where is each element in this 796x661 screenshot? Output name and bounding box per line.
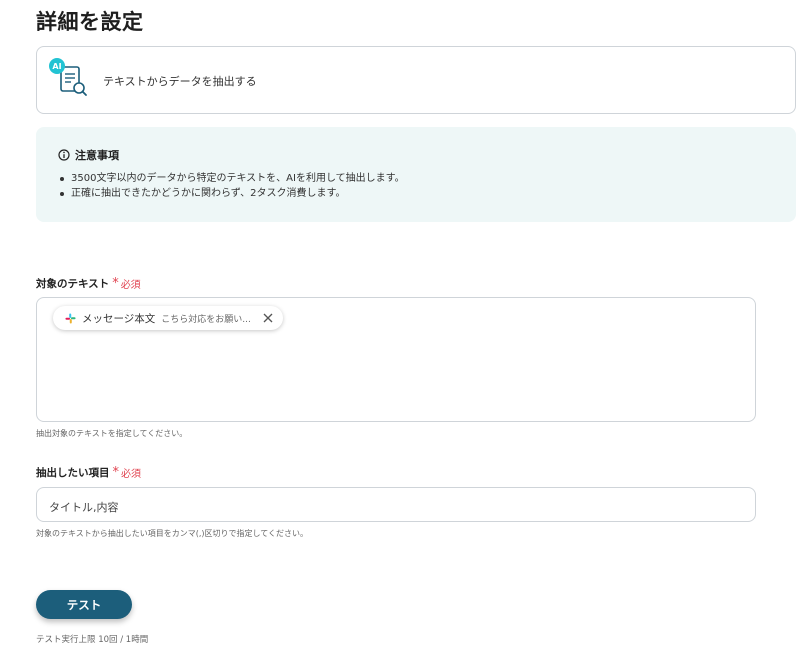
ai-badge: AI — [52, 62, 61, 71]
notice-header: 注意事項 — [58, 147, 119, 163]
extract-items-input[interactable]: タイトル,内容 — [36, 487, 756, 522]
required-badge: * 必須 — [112, 275, 141, 292]
chip-preview: こちら対応をお願い... — [161, 314, 251, 325]
notice-item: 正確に抽出できたかどうかに関わらず、2タスク消費します。 — [58, 186, 405, 201]
test-button[interactable]: テスト — [36, 590, 132, 619]
required-asterisk-icon: * — [112, 275, 119, 291]
required-badge: * 必須 — [112, 464, 142, 481]
notice-list: 3500文字以内のデータから特定のテキストを、AIを利用して抽出します。 正確に… — [58, 171, 405, 201]
chip-label: メッセージ本文 — [82, 312, 156, 325]
required-asterisk-icon: * — [112, 464, 120, 480]
target-text-label: 対象のテキスト * 必須 — [36, 275, 141, 292]
extract-items-help: 対象のテキストから抽出したい項目をカンマ(,)区切りで指定してください。 — [36, 529, 309, 538]
extract-items-label-text: 抽出したい項目 — [36, 467, 110, 479]
extract-items-label: 抽出したい項目 * 必須 — [36, 464, 142, 481]
notice-item: 3500文字以内のデータから特定のテキストを、AIを利用して抽出します。 — [58, 171, 405, 186]
target-text-label-text: 対象のテキスト — [36, 278, 110, 290]
target-text-help: 抽出対象のテキストを指定してください。 — [36, 429, 188, 438]
extract-items-value: タイトル,内容 — [49, 501, 119, 514]
required-text: 必須 — [121, 469, 141, 480]
action-card: AI テキストからデータを抽出する — [36, 46, 796, 114]
target-text-field[interactable]: メッセージ本文 こちら対応をお願い... — [36, 297, 756, 422]
notice-box: 注意事項 3500文字以内のデータから特定のテキストを、AIを利用して抽出します… — [36, 127, 796, 222]
slack-icon — [65, 312, 76, 324]
document-search-icon: AI — [49, 58, 87, 96]
notice-heading: 注意事項 — [75, 149, 119, 162]
test-limit-text: テスト実行上限 10回 / 1時間 — [36, 635, 149, 645]
required-text: 必須 — [120, 280, 141, 291]
close-icon[interactable] — [263, 313, 273, 323]
variable-chip[interactable]: メッセージ本文 こちら対応をお願い... — [53, 306, 283, 330]
action-label: テキストからデータを抽出する — [103, 75, 257, 88]
page-title: 詳細を設定 — [36, 10, 144, 34]
info-icon — [58, 149, 70, 161]
